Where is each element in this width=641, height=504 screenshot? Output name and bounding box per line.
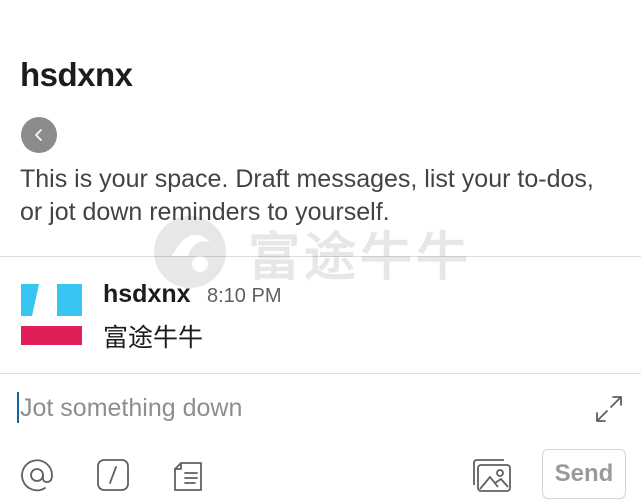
attach-image-button[interactable] [470,456,512,494]
image-attach-icon [473,459,511,492]
text-cursor [17,392,19,423]
avatar[interactable] [21,284,82,345]
formatting-icon [174,462,202,491]
slash-command-button[interactable] [95,457,131,493]
message-author[interactable]: hsdxnx [103,280,191,309]
mention-button[interactable] [18,456,56,494]
formatting-button[interactable] [170,456,206,494]
expand-icon [596,396,622,422]
message-timestamp[interactable]: 8:10 PM [207,285,281,308]
intro-description: This is your space. Draft messages, list… [20,165,594,226]
channel-title: hsdxnx [20,56,133,93]
chevron-left-icon [35,129,42,141]
message-body: 富途牛牛 [103,323,204,352]
composer-input[interactable] [20,388,560,428]
back-button[interactable] [21,117,57,153]
mention-icon [21,459,53,492]
send-button[interactable]: Send [542,449,626,499]
divider [0,256,641,257]
slash-command-icon [97,459,129,491]
expand-button[interactable] [592,392,626,426]
dm-self-screen: hsdxnx This is your space. Draft message… [0,0,641,504]
